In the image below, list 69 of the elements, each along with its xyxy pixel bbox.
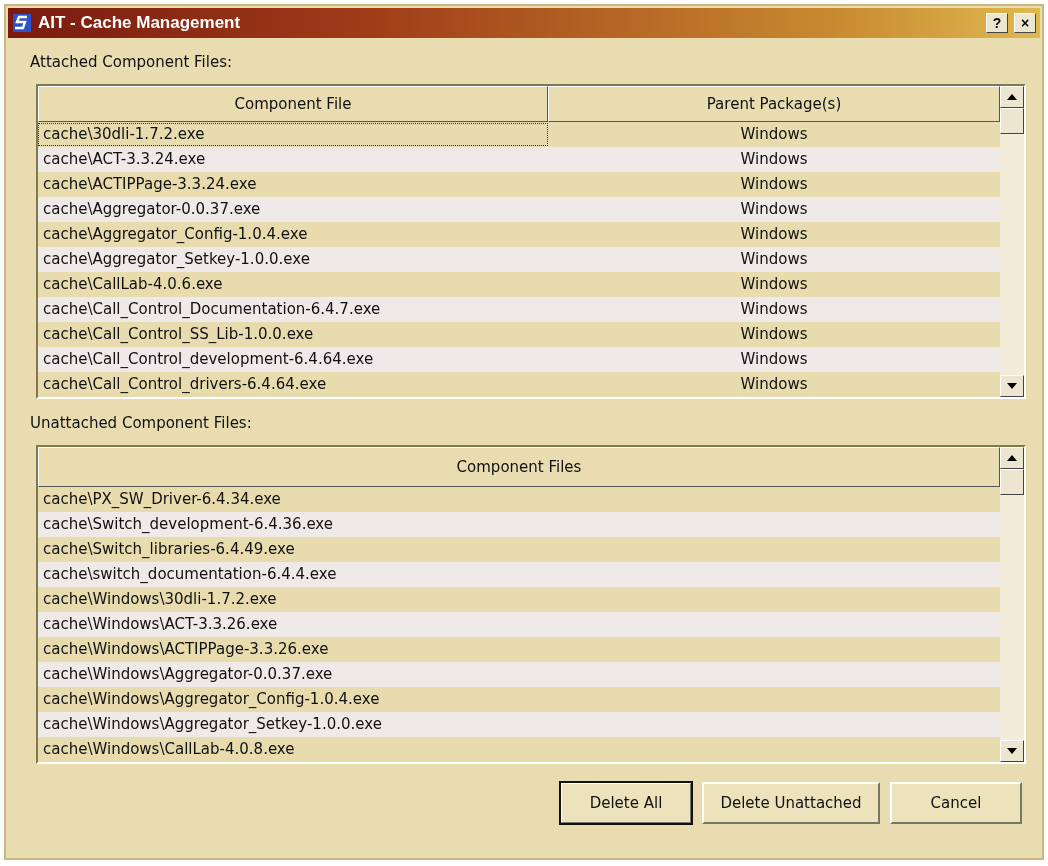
section-label: Unattached Component Files:	[30, 413, 252, 434]
scroll-down-button[interactable]	[1000, 740, 1024, 762]
file-row[interactable]: cache\Call_Control_SS_Lib-1.0.0.exe Windows	[38, 322, 1000, 347]
close-button[interactable]: ×	[1014, 13, 1036, 33]
file-cell-text: cache\Call_Control_Documentation-6.4.7.exe	[42, 299, 382, 320]
file-row[interactable]: cache\Windows\CallLab-4.0.8.exe	[38, 737, 1000, 762]
column-header[interactable]: Parent Package(s)	[548, 86, 1000, 122]
package-cell-text: Windows	[739, 249, 809, 270]
help-button[interactable]: ?	[986, 13, 1008, 33]
scroll-thumb[interactable]	[1000, 469, 1024, 495]
scrollbar[interactable]	[1000, 447, 1024, 762]
up-arrow-icon	[1007, 94, 1017, 100]
file-cell: cache\30dli-1.7.2.exe	[38, 123, 548, 146]
file-cell-text: cache\Windows\Aggregator_Setkey-1.0.0.exe	[42, 714, 383, 735]
file-cell-text: cache\ACTIPPage-3.3.24.exe	[42, 174, 258, 195]
file-cell-text: cache\CallLab-4.0.6.exe	[42, 274, 224, 295]
file-cell-text: cache\Switch_libraries-6.4.49.exe	[42, 539, 296, 560]
file-row[interactable]: cache\Windows\30dli-1.7.2.exe	[38, 587, 1000, 612]
file-cell-text: cache\Windows\ACT-3.3.26.exe	[42, 614, 279, 635]
file-cell-text: cache\Switch_development-6.4.36.exe	[42, 514, 335, 535]
package-cell-text: Windows	[739, 149, 809, 170]
file-row[interactable]: cache\ACTIPPage-3.3.24.exe Windows	[38, 172, 1000, 197]
file-cell-text: cache\PX_SW_Driver-6.4.34.exe	[42, 489, 282, 510]
file-cell-text: cache\Call_Control_drivers-6.4.64.exe	[42, 374, 328, 395]
section-label: Attached Component Files:	[30, 52, 233, 73]
file-cell-text: cache\Call_Control_SS_Lib-1.0.0.exe	[42, 324, 315, 345]
file-row[interactable]: cache\PX_SW_Driver-6.4.34.exe	[38, 487, 1000, 512]
file-cell-text: cache\Windows\CallLab-4.0.8.exe	[42, 739, 296, 760]
package-cell-text: Windows	[739, 174, 809, 195]
package-cell-text: Windows	[739, 374, 809, 395]
scroll-thumb[interactable]	[1000, 108, 1024, 134]
dialog-button[interactable]: Delete Unattached	[702, 782, 880, 824]
scroll-down-button[interactable]	[1000, 375, 1024, 397]
file-cell-text: cache\Windows\ACTIPPage-3.3.26.exe	[42, 639, 330, 660]
file-row[interactable]: cache\Windows\Aggregator_Config-1.0.4.exe	[38, 687, 1000, 712]
file-cell-text: cache\Windows\Aggregator-0.0.37.exe	[42, 664, 334, 685]
up-arrow-icon	[1007, 455, 1017, 461]
scroll-up-button[interactable]	[1000, 86, 1024, 108]
column-header[interactable]: Component File	[38, 86, 548, 122]
file-row[interactable]: cache\Windows\ACTIPPage-3.3.26.exe	[38, 637, 1000, 662]
file-cell-text: cache\Call_Control_development-6.4.64.exe	[42, 349, 375, 370]
window-title: AIT - Cache Management	[38, 13, 241, 33]
file-cell-text: cache\Windows\Aggregator_Config-1.0.4.exe	[42, 689, 381, 710]
package-cell-text: Windows	[739, 349, 809, 370]
file-cell-text: cache\Windows\30dli-1.7.2.exe	[42, 589, 278, 610]
file-cell-text: cache\Aggregator_Config-1.0.4.exe	[42, 224, 309, 245]
down-arrow-icon	[1007, 748, 1017, 754]
file-cell-text: cache\switch_documentation-6.4.4.exe	[42, 564, 338, 585]
app-logo-icon	[12, 13, 32, 33]
scrollbar[interactable]	[1000, 86, 1024, 397]
column-header[interactable]: Component Files	[38, 447, 1000, 487]
scroll-up-button[interactable]	[1000, 447, 1024, 469]
dialog-button[interactable]: Delete All	[560, 782, 692, 824]
file-cell-text: cache\Aggregator-0.0.37.exe	[42, 199, 262, 220]
file-row[interactable]: cache\Aggregator_Config-1.0.4.exe Windows	[38, 222, 1000, 247]
package-cell-text: Windows	[739, 199, 809, 220]
down-arrow-icon	[1007, 383, 1017, 389]
package-cell-text: Windows	[739, 224, 809, 245]
file-row[interactable]: cache\30dli-1.7.2.exe Windows	[38, 122, 1000, 147]
file-cell-text: cache\ACT-3.3.24.exe	[42, 149, 207, 170]
file-cell-text: cache\Aggregator_Setkey-1.0.0.exe	[42, 249, 311, 270]
package-cell-text: Windows	[739, 324, 809, 345]
dialog-button[interactable]: Cancel	[890, 782, 1022, 824]
package-cell-text: Windows	[739, 124, 809, 145]
package-cell-text: Windows	[739, 299, 809, 320]
package-cell-text: Windows	[739, 274, 809, 295]
file-row[interactable]: cache\CallLab-4.0.6.exe Windows	[38, 272, 1000, 297]
file-row[interactable]: cache\Call_Control_drivers-6.4.64.exe Windows	[38, 372, 1000, 397]
file-row[interactable]: cache\Switch_libraries-6.4.49.exe	[38, 537, 1000, 562]
